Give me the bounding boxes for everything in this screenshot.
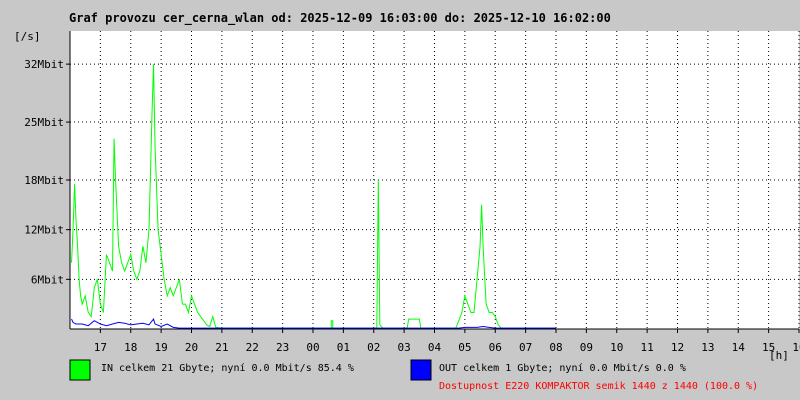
traffic-chart-svg: Graf provozu cer_cerna_wlan od: 2025-12-… bbox=[0, 0, 800, 400]
availability-label: Dostupnost E220 KOMPAKTOR semik 1440 z 1… bbox=[439, 381, 758, 392]
x-tick-label: 11 bbox=[641, 341, 654, 354]
y-tick-label: 6Mbit bbox=[31, 273, 64, 286]
x-tick-label: 17 bbox=[94, 341, 107, 354]
x-tick-label: 04 bbox=[428, 341, 442, 354]
x-tick-label: 06 bbox=[489, 341, 502, 354]
x-tick-label: 21 bbox=[215, 341, 228, 354]
x-tick-label: 10 bbox=[610, 341, 623, 354]
x-tick-label: 13 bbox=[701, 341, 714, 354]
x-tick-label: 01 bbox=[337, 341, 350, 354]
x-tick-label: 12 bbox=[671, 341, 684, 354]
chart-title: Graf provozu cer_cerna_wlan od: 2025-12-… bbox=[69, 11, 611, 26]
y-tick-label: 12Mbit bbox=[24, 224, 64, 237]
x-tick-label: 14 bbox=[732, 341, 746, 354]
in-legend-label: IN celkem 21 Gbyte; nyní 0.0 Mbit/s 85.4… bbox=[101, 362, 354, 374]
x-tick-label: 19 bbox=[155, 341, 168, 354]
x-tick-label: 05 bbox=[458, 341, 471, 354]
y-tick-label: 18Mbit bbox=[24, 174, 64, 187]
x-tick-label: 08 bbox=[549, 341, 562, 354]
y-tick-label: 32Mbit bbox=[24, 58, 64, 71]
x-tick-label: 00 bbox=[306, 341, 319, 354]
x-tick-label: 18 bbox=[124, 341, 137, 354]
x-tick-label: 23 bbox=[276, 341, 289, 354]
x-tick-label: 16 bbox=[792, 341, 800, 354]
y-tick-label: 25Mbit bbox=[24, 116, 64, 129]
x-tick-label: 02 bbox=[367, 341, 380, 354]
x-tick-label: 07 bbox=[519, 341, 532, 354]
x-tick-label: 09 bbox=[580, 341, 593, 354]
x-tick-label: 22 bbox=[246, 341, 259, 354]
in-legend-swatch bbox=[69, 359, 91, 381]
x-tick-label: 20 bbox=[185, 341, 198, 354]
y-axis-unit-label: [/s] bbox=[14, 30, 41, 43]
x-axis-unit-label: [h] bbox=[769, 349, 789, 362]
traffic-chart: Graf provozu cer_cerna_wlan od: 2025-12-… bbox=[0, 0, 800, 400]
x-tick-label: 03 bbox=[398, 341, 411, 354]
out-legend-swatch bbox=[410, 359, 432, 381]
out-legend-label: OUT celkem 1 Gbyte; nyní 0.0 Mbit/s 0.0 … bbox=[439, 362, 686, 374]
